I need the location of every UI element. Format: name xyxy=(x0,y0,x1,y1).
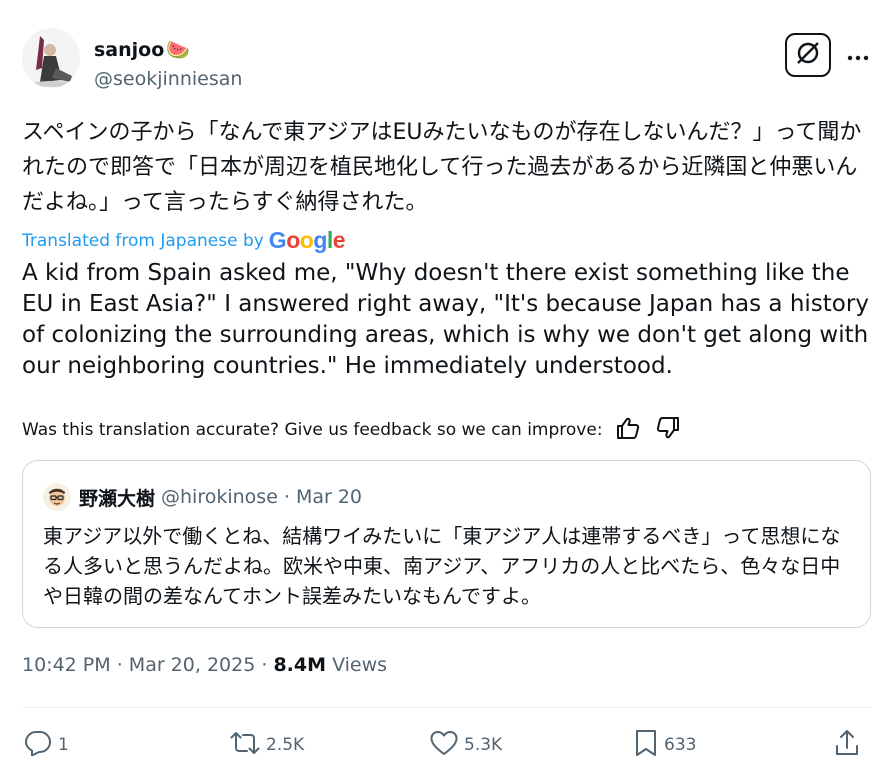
quoted-post-header: 野瀬大樹 @hirokinose · Mar 20 xyxy=(43,483,362,511)
like-icon xyxy=(430,730,458,761)
views-count: 8.4M xyxy=(273,654,327,676)
author-avatar[interactable] xyxy=(22,28,80,88)
post-time[interactable]: 10:42 PM xyxy=(22,654,111,676)
post-text-translated: A kid from Spain asked me, "Why doesn't … xyxy=(22,260,869,379)
repost-count: 2.5K xyxy=(266,735,305,755)
like-button[interactable]: 5.3K xyxy=(430,725,502,765)
reply-button[interactable]: 1 xyxy=(24,725,69,765)
thumbs-up-button[interactable] xyxy=(613,416,643,444)
bookmark-icon xyxy=(634,729,658,762)
action-bar: 1 2.5K 5.3K 633 xyxy=(22,725,872,765)
share-button[interactable] xyxy=(834,725,860,765)
reply-icon xyxy=(24,730,52,761)
reply-count: 1 xyxy=(58,735,69,755)
quoted-author-avatar xyxy=(43,483,71,511)
more-icon xyxy=(847,42,869,67)
more-options-button[interactable] xyxy=(842,38,874,70)
time-separator: · xyxy=(116,654,123,676)
views-label: Views xyxy=(332,654,388,676)
author-name[interactable]: sanjoo xyxy=(94,38,164,62)
views-separator: · xyxy=(261,654,268,676)
grok-button[interactable] xyxy=(785,33,831,77)
bookmark-button[interactable]: 633 xyxy=(634,725,696,765)
quoted-date: Mar 20 xyxy=(295,486,363,508)
share-icon xyxy=(834,729,860,762)
thumbs-down-button[interactable] xyxy=(653,416,683,444)
repost-icon xyxy=(230,730,260,761)
translation-attribution[interactable]: Translated from Japanese by Google xyxy=(22,227,346,254)
translation-feedback: Was this translation accurate? Give us f… xyxy=(22,416,683,444)
quoted-separator: · xyxy=(283,486,290,508)
translated-label: Translated from Japanese by xyxy=(22,230,264,251)
grok-icon xyxy=(795,40,821,70)
author-handle[interactable]: @seokjinniesan xyxy=(94,66,242,92)
post-header: sanjoo 🍉 @seokjinniesan xyxy=(22,28,872,98)
bookmark-count: 633 xyxy=(664,735,697,755)
google-logo: Google xyxy=(268,227,346,253)
thumbs-up-icon xyxy=(616,417,640,444)
quoted-author-name: 野瀬大樹 xyxy=(79,487,156,510)
thumbs-down-icon xyxy=(656,416,680,444)
author-info[interactable]: sanjoo 🍉 @seokjinniesan xyxy=(94,38,242,92)
post-timestamp: 10:42 PM · Mar 20, 2025 · 8.4M Views xyxy=(22,654,387,676)
feedback-prompt: Was this translation accurate? Give us f… xyxy=(22,420,603,440)
divider xyxy=(22,707,872,708)
quoted-post[interactable]: 野瀬大樹 @hirokinose · Mar 20 東アジア以外で働くとね、結構… xyxy=(22,460,871,628)
like-count: 5.3K xyxy=(464,735,503,755)
repost-button[interactable]: 2.5K xyxy=(230,725,304,765)
quoted-author-handle: @hirokinose xyxy=(161,486,278,508)
post-text-original: スペインの子から「なんで東アジアはEUみたいなものが存在しないんだ？」って聞かれ… xyxy=(22,120,862,215)
watermelon-emoji: 🍉 xyxy=(166,39,190,61)
quoted-post-text: 東アジア以外で働くとね、結構ワイみたいに「東アジア人は連帯するべき」って思想にな… xyxy=(43,524,841,608)
post-date[interactable]: Mar 20, 2025 xyxy=(129,654,256,676)
